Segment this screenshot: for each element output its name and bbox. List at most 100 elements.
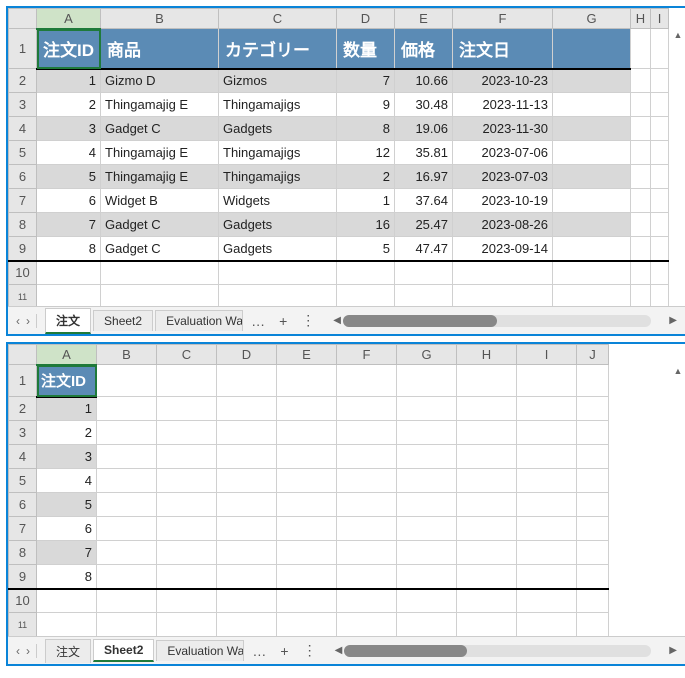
cell[interactable] — [337, 397, 397, 421]
cell[interactable] — [651, 261, 669, 285]
cell[interactable] — [577, 565, 609, 589]
col-header-E[interactable]: E — [395, 9, 453, 29]
cell[interactable] — [337, 285, 395, 307]
cell[interactable] — [217, 613, 277, 637]
col-header-B[interactable]: B — [101, 9, 219, 29]
cell[interactable] — [37, 261, 101, 285]
cell-id[interactable]: 5 — [37, 493, 97, 517]
cell-id[interactable]: 3 — [37, 117, 101, 141]
cell[interactable] — [577, 469, 609, 493]
cell[interactable] — [277, 613, 337, 637]
tab-menu-icon[interactable]: ⋮ — [297, 642, 323, 659]
cell[interactable] — [453, 285, 553, 307]
row-header-1[interactable]: 1 — [9, 365, 37, 397]
cell[interactable] — [631, 261, 651, 285]
cell[interactable] — [517, 493, 577, 517]
col-header-H[interactable]: H — [457, 345, 517, 365]
cell[interactable] — [157, 421, 217, 445]
cell[interactable] — [651, 285, 669, 307]
cell[interactable] — [631, 69, 651, 93]
cell[interactable] — [517, 445, 577, 469]
cell-category[interactable]: Thingamajigs — [219, 165, 337, 189]
cell[interactable] — [97, 397, 157, 421]
cell[interactable] — [277, 589, 337, 613]
cell[interactable] — [553, 237, 631, 261]
cell[interactable] — [577, 421, 609, 445]
cell-product[interactable]: Widget B — [101, 189, 219, 213]
cell[interactable] — [397, 469, 457, 493]
col-header-H[interactable]: H — [631, 9, 651, 29]
row-header[interactable]: 5 — [9, 469, 37, 493]
cell[interactable] — [397, 541, 457, 565]
cell-F1[interactable]: 注文日 — [453, 29, 553, 69]
cell[interactable] — [395, 261, 453, 285]
cell[interactable] — [631, 189, 651, 213]
scroll-right-icon[interactable]: ▶ — [667, 645, 679, 656]
cell[interactable] — [631, 213, 651, 237]
cell[interactable] — [517, 517, 577, 541]
cell-id[interactable]: 2 — [37, 93, 101, 117]
cell[interactable] — [651, 117, 669, 141]
col-header-C[interactable]: C — [157, 345, 217, 365]
cell[interactable] — [101, 285, 219, 307]
cell[interactable] — [337, 365, 397, 397]
cell[interactable] — [631, 285, 651, 307]
scroll-up-icon[interactable]: ▲ — [673, 30, 683, 40]
cell-product[interactable]: Gizmo D — [101, 69, 219, 93]
col-header-A[interactable]: A — [37, 9, 101, 29]
cell[interactable] — [37, 285, 101, 307]
cell-A1[interactable]: 注文ID — [37, 29, 101, 69]
scroll-right-icon[interactable]: ▶ — [667, 315, 679, 326]
row-header[interactable]: 8 — [9, 213, 37, 237]
cell-E1[interactable]: 価格 — [395, 29, 453, 69]
horizontal-scrollbar[interactable] — [344, 645, 651, 657]
cell-id[interactable]: 2 — [37, 421, 97, 445]
cell[interactable] — [457, 613, 517, 637]
cell[interactable] — [457, 517, 517, 541]
col-header-G[interactable]: G — [553, 9, 631, 29]
cell[interactable] — [157, 397, 217, 421]
cell-qty[interactable]: 1 — [337, 189, 395, 213]
tab-overflow-icon[interactable]: … — [246, 643, 272, 659]
cell-id[interactable]: 6 — [37, 517, 97, 541]
cell[interactable] — [217, 445, 277, 469]
row-header-10[interactable]: 10 — [9, 589, 37, 613]
cell[interactable] — [577, 541, 609, 565]
cell[interactable] — [97, 421, 157, 445]
cell[interactable] — [277, 565, 337, 589]
cell[interactable] — [651, 189, 669, 213]
cell[interactable] — [517, 613, 577, 637]
cell-id[interactable]: 7 — [37, 541, 97, 565]
cell[interactable] — [217, 421, 277, 445]
cell[interactable] — [277, 493, 337, 517]
cell[interactable] — [651, 237, 669, 261]
col-header-F[interactable]: F — [337, 345, 397, 365]
cell[interactable] — [277, 421, 337, 445]
cell-date[interactable]: 2023-11-13 — [453, 93, 553, 117]
cell-category[interactable]: Thingamajigs — [219, 141, 337, 165]
cell[interactable] — [157, 365, 217, 397]
cell-product[interactable]: Gadget C — [101, 117, 219, 141]
row-header[interactable]: 6 — [9, 165, 37, 189]
select-all-corner[interactable] — [9, 9, 37, 29]
cell[interactable] — [631, 237, 651, 261]
cell[interactable] — [631, 93, 651, 117]
cell-id[interactable]: 8 — [37, 237, 101, 261]
row-header[interactable]: 3 — [9, 93, 37, 117]
cell[interactable] — [553, 285, 631, 307]
cell-price[interactable]: 19.06 — [395, 117, 453, 141]
cell[interactable] — [631, 117, 651, 141]
cell[interactable] — [457, 493, 517, 517]
cell-date[interactable]: 2023-07-03 — [453, 165, 553, 189]
cell[interactable] — [337, 469, 397, 493]
cell[interactable] — [397, 493, 457, 517]
cell[interactable] — [553, 165, 631, 189]
cell[interactable] — [217, 469, 277, 493]
cell[interactable] — [277, 541, 337, 565]
cell-category[interactable]: Gadgets — [219, 117, 337, 141]
cell[interactable] — [157, 469, 217, 493]
tab-evaluation[interactable]: Evaluation Wa — [156, 640, 244, 661]
cell[interactable] — [457, 397, 517, 421]
cell-id[interactable]: 6 — [37, 189, 101, 213]
cell-H1[interactable] — [631, 29, 651, 69]
